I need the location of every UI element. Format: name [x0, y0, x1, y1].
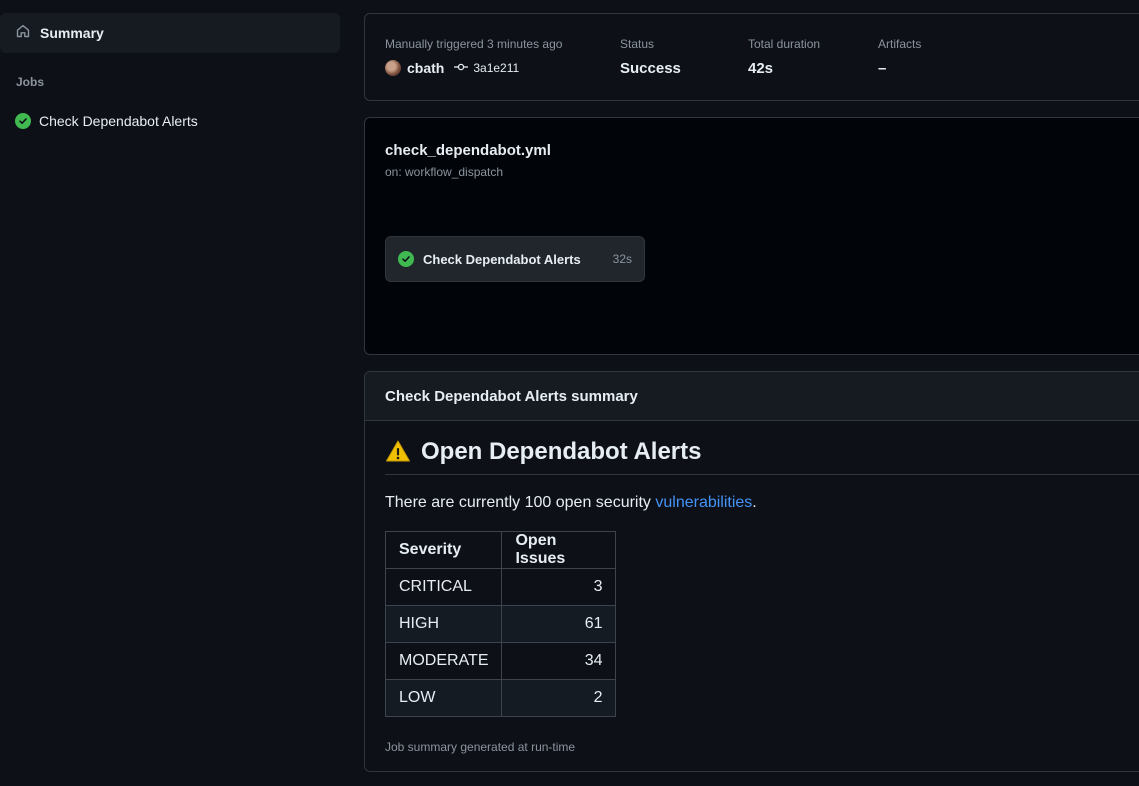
summary-heading: Open Dependabot Alerts — [421, 438, 702, 465]
job-card-duration: 32s — [612, 252, 632, 266]
vulnerabilities-link[interactable]: vulnerabilities — [655, 494, 752, 511]
summary-text-end: . — [752, 494, 757, 511]
trigger-info: Manually triggered 3 minutes ago cbath 3… — [385, 37, 562, 76]
avatar[interactable] — [385, 60, 401, 76]
sidebar: Summary Jobs Check Dependabot Alerts — [0, 0, 350, 786]
table-row: CRITICAL 3 — [384, 568, 617, 606]
commit-sha: 3a1e211 — [473, 61, 520, 75]
home-icon — [15, 23, 31, 44]
artifacts-value: – — [878, 60, 887, 77]
workflow-run-page: Summary Jobs Check Dependabot Alerts Man… — [0, 0, 1139, 786]
summary-footnote: Job summary generated at run-time — [385, 740, 576, 754]
count-cell: 61 — [501, 605, 617, 643]
commit-icon — [454, 61, 469, 75]
severity-cell: CRITICAL — [384, 568, 503, 606]
table-header-open-issues: Open Issues — [501, 531, 617, 569]
job-card-name: Check Dependabot Alerts — [423, 251, 581, 267]
severity-cell: MODERATE — [384, 642, 503, 680]
summary-header: Check Dependabot Alerts summary — [365, 372, 1139, 421]
count-cell: 3 — [501, 568, 617, 606]
sidebar-item-job[interactable]: Check Dependabot Alerts — [0, 104, 340, 138]
status-info: Status Success — [620, 37, 681, 77]
summary-heading-row: Open Dependabot Alerts — [385, 438, 1139, 475]
duration-caption: Total duration — [748, 37, 821, 51]
count-cell: 34 — [501, 642, 617, 680]
sidebar-item-label: Summary — [40, 25, 104, 41]
status-value: Success — [620, 60, 681, 77]
commit-link[interactable]: 3a1e211 — [454, 61, 519, 75]
run-info-panel: Manually triggered 3 minutes ago cbath 3… — [364, 13, 1139, 101]
job-card[interactable]: Check Dependabot Alerts 32s — [385, 236, 645, 282]
severity-cell: HIGH — [384, 605, 503, 643]
jobs-heading: Jobs — [16, 75, 45, 89]
artifacts-caption: Artifacts — [878, 37, 922, 51]
sidebar-item-label: Check Dependabot Alerts — [39, 113, 198, 129]
severity-table: Severity Open Issues CRITICAL 3 HIGH 61 … — [384, 531, 617, 717]
summary-paragraph: There are currently 100 open security vu… — [385, 494, 757, 512]
sidebar-item-summary[interactable]: Summary — [0, 13, 340, 53]
summary-text: There are currently 100 open security — [385, 494, 656, 511]
trigger-row: cbath 3a1e211 — [385, 60, 562, 76]
workflow-trigger: on: workflow_dispatch — [385, 165, 504, 179]
warning-icon — [385, 438, 411, 469]
duration-info: Total duration 42s — [748, 37, 820, 77]
actor-link[interactable]: cbath — [407, 60, 444, 76]
success-check-icon — [15, 113, 31, 129]
workflow-graph-panel: check_dependabot.yml on: workflow_dispat… — [364, 117, 1139, 355]
table-row: LOW 2 — [384, 679, 617, 717]
status-caption: Status — [620, 37, 655, 51]
table-row: MODERATE 34 — [384, 642, 617, 680]
table-header-row: Severity Open Issues — [384, 531, 617, 569]
job-summary-panel: Check Dependabot Alerts summary Open Dep… — [364, 371, 1139, 772]
duration-value: 42s — [748, 60, 774, 77]
workflow-file-name: check_dependabot.yml — [385, 142, 551, 159]
artifacts-info: Artifacts – — [878, 37, 921, 77]
severity-cell: LOW — [384, 679, 503, 717]
success-check-icon — [398, 251, 414, 267]
trigger-caption: Manually triggered 3 minutes ago — [385, 37, 563, 51]
count-cell: 2 — [501, 679, 617, 717]
table-row: HIGH 61 — [384, 605, 617, 643]
table-header-severity: Severity — [384, 531, 503, 569]
